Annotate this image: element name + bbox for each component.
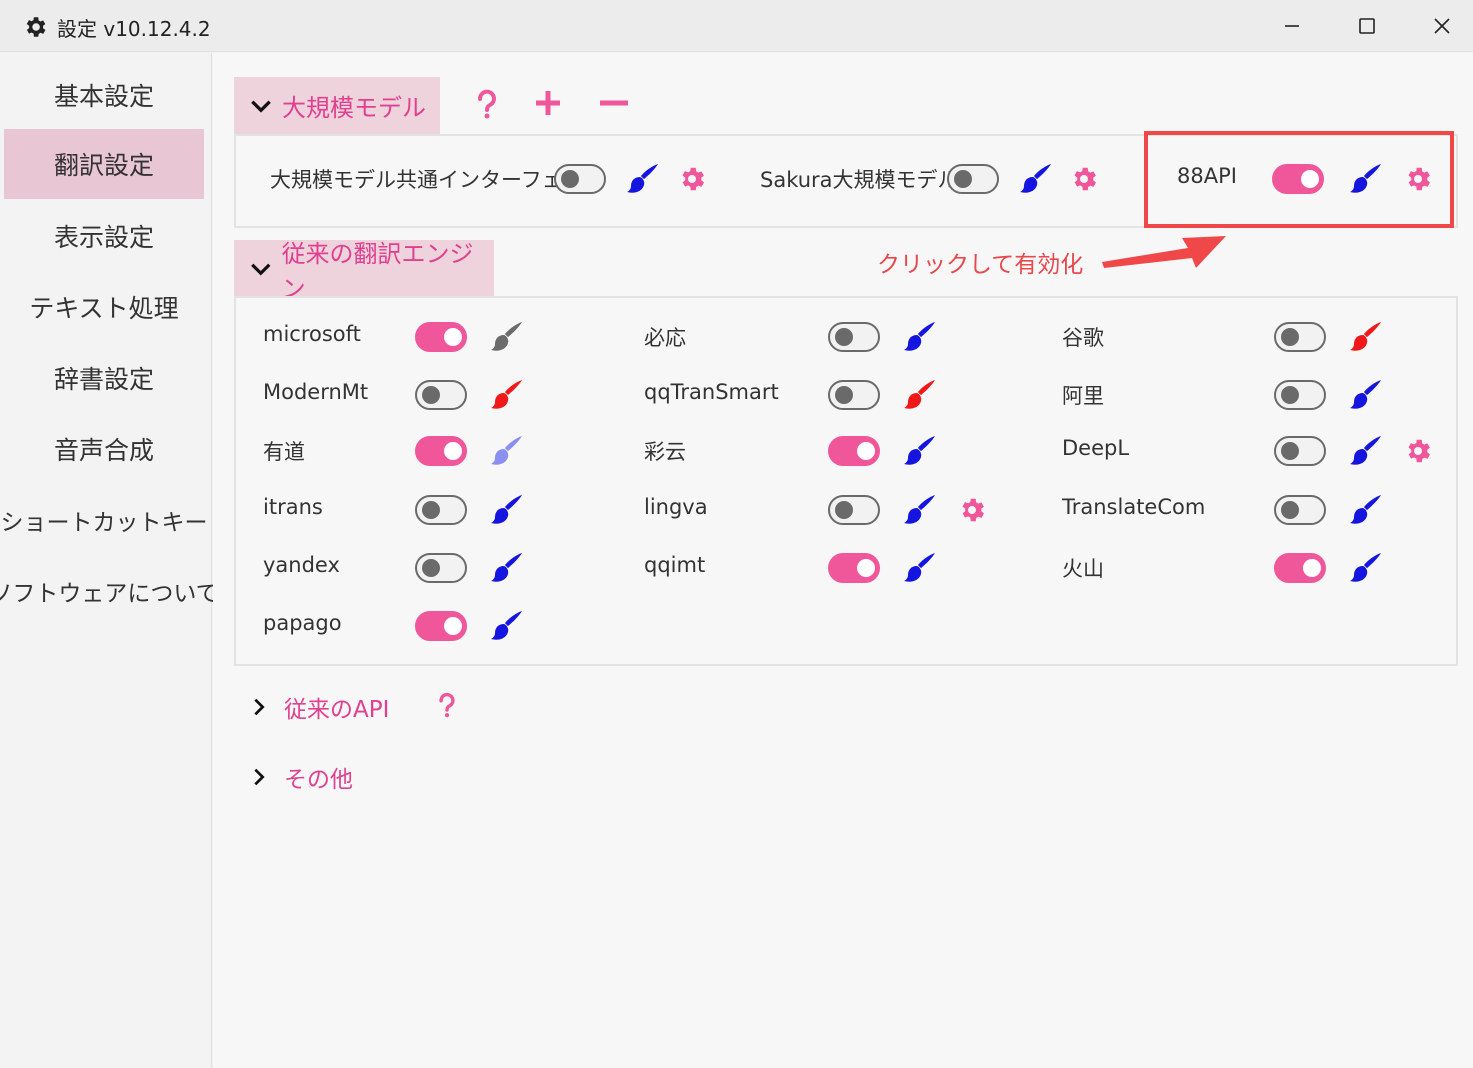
engine-label: ModernMt: [263, 380, 369, 404]
sidebar-item-display-settings[interactable]: 表示設定: [4, 201, 204, 271]
engine-label: itrans: [263, 495, 323, 519]
engine-label: 火山: [1062, 557, 1104, 581]
sidebar: 基本設定 翻訳設定 表示設定 テキスト処理 辞書設定 音声合成 ショートカットキ…: [0, 53, 219, 1068]
brush-icon[interactable]: [625, 161, 661, 197]
engine-toggle-sakura[interactable]: [947, 164, 999, 194]
engine-label: 谷歌: [1062, 326, 1104, 350]
brush-icon[interactable]: [1348, 433, 1384, 469]
engine-toggle-engine[interactable]: [828, 322, 880, 352]
brush-icon[interactable]: [1348, 550, 1384, 586]
engine-label: 彩云: [644, 440, 686, 464]
help-icon[interactable]: [474, 89, 500, 119]
engine-toggle-engine[interactable]: [1274, 322, 1326, 352]
engine-label: qqimt: [644, 553, 706, 577]
brush-icon[interactable]: [902, 433, 938, 469]
engine-toggle-modernmt[interactable]: [415, 380, 467, 410]
close-button[interactable]: [1412, 6, 1472, 46]
chevron-down-icon: [251, 263, 271, 276]
engine-toggle-engine[interactable]: [828, 436, 880, 466]
sidebar-item-translation-settings[interactable]: 翻訳設定: [4, 129, 204, 199]
brush-icon[interactable]: [489, 319, 525, 355]
minus-icon[interactable]: [598, 88, 630, 118]
sidebar-item-speech-synthesis[interactable]: 音声合成: [4, 414, 204, 484]
sidebar-item-shortcut-keys[interactable]: ショートカットキー: [1, 485, 208, 555]
engine-toggle-translatecom[interactable]: [1274, 495, 1326, 525]
engine-toggle-deepl[interactable]: [1274, 436, 1326, 466]
other-section-header[interactable]: その他: [248, 760, 353, 794]
chevron-right-icon: [254, 698, 265, 716]
gear-icon[interactable]: [957, 495, 987, 525]
llm-section-header[interactable]: 大規模モデル: [234, 77, 440, 134]
brush-icon[interactable]: [489, 492, 525, 528]
other-section-title: その他: [284, 767, 353, 793]
engine-label: yandex: [263, 553, 340, 577]
gear-icon: [26, 17, 46, 37]
engine-label: microsoft: [263, 322, 361, 346]
annotation-label: クリックして有効化: [877, 252, 1084, 278]
minimize-icon: [1285, 25, 1299, 27]
llm-section-title: 大規模モデル: [282, 94, 426, 122]
engine-label: 有道: [263, 440, 305, 464]
maximize-button[interactable]: [1337, 6, 1397, 46]
title-bar: 設定 v10.12.4.2: [0, 0, 1473, 52]
engine-label: 必応: [644, 326, 686, 350]
gear-icon[interactable]: [1403, 436, 1433, 466]
close-icon: [1434, 18, 1450, 34]
engine-label: qqTranSmart: [644, 380, 779, 404]
brush-icon[interactable]: [489, 433, 525, 469]
chevron-down-icon: [251, 100, 271, 113]
engine-toggle-engine[interactable]: [1274, 553, 1326, 583]
brush-icon[interactable]: [1348, 492, 1384, 528]
brush-icon[interactable]: [902, 550, 938, 586]
brush-icon[interactable]: [489, 550, 525, 586]
window-title: 設定 v10.12.4.2: [57, 17, 211, 41]
engine-toggle-qqtransmart[interactable]: [828, 380, 880, 410]
engine-label: TranslateCom: [1062, 495, 1206, 519]
brush-icon[interactable]: [1348, 319, 1384, 355]
engine-toggle-qqimt[interactable]: [828, 553, 880, 583]
engine-toggle-lingva[interactable]: [828, 495, 880, 525]
plus-icon[interactable]: [533, 88, 563, 118]
brush-icon[interactable]: [489, 608, 525, 644]
engine-toggle-microsoft[interactable]: [415, 322, 467, 352]
classic-engine-section-header[interactable]: 従来の翻訳エンジン: [234, 240, 494, 303]
api-section-header[interactable]: 従来のAPI: [248, 690, 389, 724]
arrow-icon: [1102, 236, 1226, 268]
brush-icon[interactable]: [1348, 377, 1384, 413]
gear-icon[interactable]: [677, 164, 707, 194]
engine-label: Sakura大規模モデル: [760, 168, 959, 192]
gear-icon[interactable]: [1069, 164, 1099, 194]
brush-icon[interactable]: [902, 377, 938, 413]
highlight-box: [1144, 131, 1454, 228]
brush-icon[interactable]: [902, 319, 938, 355]
engine-toggle-engine[interactable]: [415, 436, 467, 466]
sidebar-item-basic-settings[interactable]: 基本設定: [4, 60, 204, 130]
engine-toggle-papago[interactable]: [415, 611, 467, 641]
brush-icon[interactable]: [489, 377, 525, 413]
engine-toggle-yandex[interactable]: [415, 553, 467, 583]
engine-label: 阿里: [1062, 384, 1104, 408]
engine-label: papago: [263, 611, 342, 635]
engine-toggle-engine[interactable]: [554, 164, 606, 194]
brush-icon[interactable]: [1018, 161, 1054, 197]
engine-label: DeepL: [1062, 436, 1130, 460]
chevron-right-icon: [254, 768, 265, 786]
minimize-button[interactable]: [1262, 6, 1322, 46]
help-icon[interactable]: [436, 691, 458, 719]
sidebar-item-about-software[interactable]: ソフトウェアについて: [0, 556, 219, 626]
maximize-icon: [1359, 18, 1375, 34]
engine-toggle-engine[interactable]: [1274, 380, 1326, 410]
sidebar-item-dictionary-settings[interactable]: 辞書設定: [4, 343, 204, 413]
sidebar-item-text-processing[interactable]: テキスト処理: [4, 272, 204, 342]
api-section-title: 従来のAPI: [284, 697, 390, 723]
classic-engine-section-title: 従来の翻訳エンジン: [281, 239, 474, 303]
brush-icon[interactable]: [902, 492, 938, 528]
engine-label: lingva: [644, 495, 708, 519]
engine-toggle-itrans[interactable]: [415, 495, 467, 525]
